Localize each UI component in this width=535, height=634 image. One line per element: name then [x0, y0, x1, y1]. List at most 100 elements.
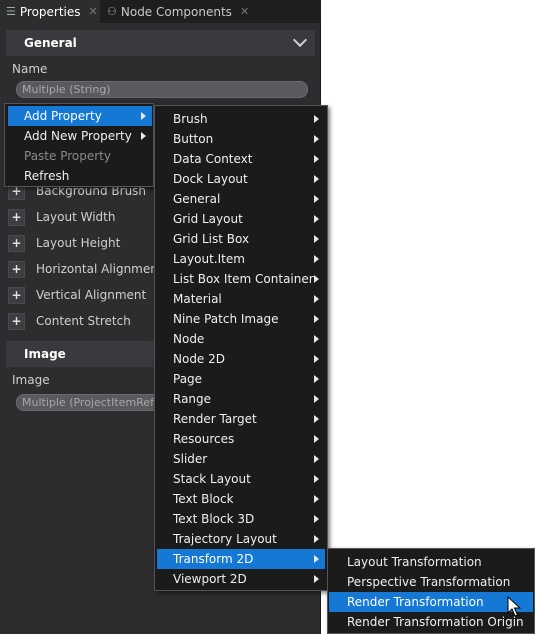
add-property-button[interactable]: +: [8, 260, 25, 278]
menu-item-label: List Box Item Container: [173, 272, 314, 286]
category-menu-item[interactable]: Layout.Item: [157, 249, 325, 269]
menu-item-label: Range: [173, 392, 212, 406]
component-icon: ⚇: [107, 5, 117, 18]
add-property-button[interactable]: +: [8, 286, 25, 304]
category-menu-item[interactable]: Brush: [157, 109, 325, 129]
add-property-button[interactable]: +: [8, 312, 25, 330]
property-label: Content Stretch: [36, 314, 131, 328]
context-menu: Add Property Add New Property Paste Prop…: [4, 103, 154, 187]
transform-menu-item[interactable]: Render Transformation Origin: [329, 612, 533, 632]
submenu-arrow-icon: [314, 275, 319, 283]
property-row: + Horizontal Alignment: [8, 259, 163, 279]
menu-item-label: Refresh: [24, 169, 70, 183]
tab-node-components[interactable]: ⚇ Node Components ✕: [101, 0, 251, 23]
category-menu-item[interactable]: Trajectory Layout: [157, 529, 325, 549]
category-menu-item[interactable]: Grid Layout: [157, 209, 325, 229]
menu-item-label: Layout.Item: [173, 252, 245, 266]
menu-item-label: Nine Patch Image: [173, 312, 279, 326]
property-label: Horizontal Alignment: [36, 262, 163, 276]
general-section-title: General: [24, 36, 77, 50]
menu-item-label: Paste Property: [24, 149, 111, 163]
menu-item-label: Page: [173, 372, 203, 386]
menu-item-label: Viewport 2D: [173, 572, 247, 586]
menu-item-add-property[interactable]: Add Property: [8, 106, 152, 126]
category-menu-item[interactable]: List Box Item Container: [157, 269, 325, 289]
menu-item-label: Perspective Transformation: [347, 575, 511, 589]
category-submenu: Brush Button Data Context Dock Layout Genera…: [154, 105, 328, 591]
transform-menu-item[interactable]: Render Transformation: [329, 592, 533, 612]
menu-item-label: Grid Layout: [173, 212, 243, 226]
list-icon: ☰: [6, 5, 16, 18]
general-section-header[interactable]: General: [6, 30, 315, 56]
category-menu-item[interactable]: Node 2D: [157, 349, 325, 369]
submenu-arrow-icon: [314, 215, 319, 223]
close-icon[interactable]: ✕: [240, 5, 249, 18]
category-menu-item[interactable]: Viewport 2D: [157, 569, 325, 589]
close-icon[interactable]: ✕: [89, 5, 98, 18]
transform-menu-item[interactable]: Perspective Transformation: [329, 572, 533, 592]
menu-item-label: Text Block 3D: [173, 512, 255, 526]
category-menu-item[interactable]: Material: [157, 289, 325, 309]
category-menu-item[interactable]: Resources: [157, 429, 325, 449]
menu-item-label: Resources: [173, 432, 235, 446]
submenu-arrow-icon: [314, 575, 319, 583]
property-row: + Layout Height: [8, 233, 120, 253]
category-menu-item[interactable]: Data Context: [157, 149, 325, 169]
image-label: Image: [12, 373, 50, 387]
submenu-arrow-icon: [314, 555, 319, 563]
property-label: Layout Width: [36, 210, 116, 224]
name-field[interactable]: Multiple (String): [16, 81, 308, 98]
menu-item-label: Slider: [173, 452, 208, 466]
image-section-title: Image: [24, 347, 66, 361]
menu-item-label: Brush: [173, 112, 208, 126]
image-field[interactable]: Multiple (ProjectItemRefe: [16, 394, 166, 411]
category-menu-item[interactable]: Button: [157, 129, 325, 149]
tab-properties[interactable]: ☰ Properties ✕: [0, 0, 100, 23]
category-menu-item[interactable]: Text Block 3D: [157, 509, 325, 529]
category-menu-item[interactable]: Text Block: [157, 489, 325, 509]
property-label: Layout Height: [36, 236, 121, 250]
menu-item-label: Trajectory Layout: [173, 532, 277, 546]
submenu-arrow-icon: [314, 395, 319, 403]
category-menu-item[interactable]: Range: [157, 389, 325, 409]
category-menu-item[interactable]: Stack Layout: [157, 469, 325, 489]
menu-item-label: General: [173, 192, 221, 206]
submenu-arrow-icon: [141, 132, 146, 140]
property-row: + Content Stretch: [8, 311, 131, 331]
submenu-arrow-icon: [314, 495, 319, 503]
menu-item-label: Node: [173, 332, 205, 346]
chevron-down-icon[interactable]: [292, 32, 308, 48]
menu-item-label: Transform 2D: [173, 552, 254, 566]
category-menu-item[interactable]: Node: [157, 329, 325, 349]
category-menu-item[interactable]: Render Target: [157, 409, 325, 429]
category-menu-item[interactable]: Nine Patch Image: [157, 309, 325, 329]
property-label: Vertical Alignment: [36, 288, 147, 302]
menu-item-label: Render Transformation: [347, 595, 484, 609]
menu-item-refresh[interactable]: Refresh: [8, 166, 152, 186]
category-menu-item[interactable]: Grid List Box: [157, 229, 325, 249]
category-menu-item[interactable]: Page: [157, 369, 325, 389]
menu-item-add-new-property[interactable]: Add New Property: [8, 126, 152, 146]
transform-2d-submenu: Layout Transformation Perspective Transfo…: [327, 548, 535, 634]
add-property-button[interactable]: +: [8, 234, 25, 252]
menu-item-label: Add Property: [24, 109, 102, 123]
menu-item-label: Render Target: [173, 412, 257, 426]
menu-item-label: Stack Layout: [173, 472, 251, 486]
submenu-arrow-icon: [314, 415, 319, 423]
category-menu-item[interactable]: General: [157, 189, 325, 209]
category-menu-item[interactable]: Dock Layout: [157, 169, 325, 189]
category-menu-item[interactable]: Transform 2D: [157, 549, 325, 569]
submenu-arrow-icon: [314, 155, 319, 163]
menu-item-label: Add New Property: [24, 129, 132, 143]
add-property-button[interactable]: +: [8, 208, 25, 226]
menu-item-label: Material: [173, 292, 222, 306]
category-menu-item[interactable]: Slider: [157, 449, 325, 469]
transform-menu-item[interactable]: Layout Transformation: [329, 552, 533, 572]
submenu-arrow-icon: [314, 515, 319, 523]
submenu-arrow-icon: [314, 335, 319, 343]
menu-item-label: Dock Layout: [173, 172, 248, 186]
submenu-arrow-icon: [314, 115, 319, 123]
submenu-arrow-icon: [314, 175, 319, 183]
menu-item-paste-property: Paste Property: [8, 146, 152, 166]
tab-strip: ☰ Properties ✕ ⚇ Node Components ✕: [0, 0, 321, 23]
